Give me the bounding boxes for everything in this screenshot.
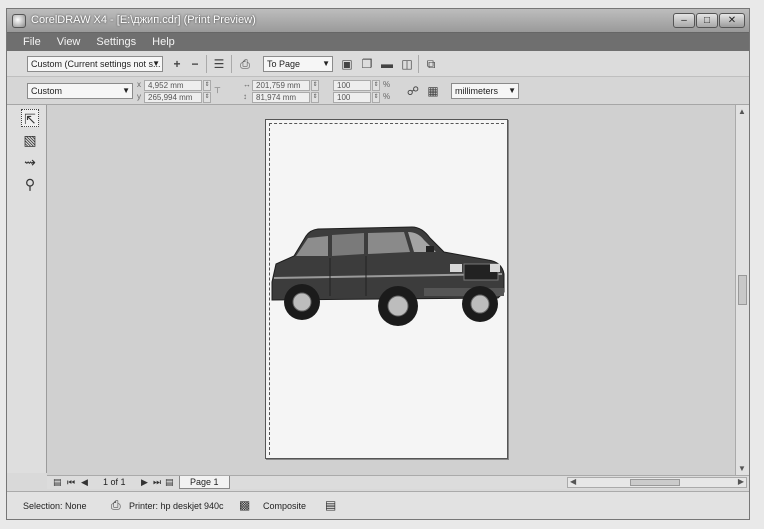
previous-page-icon[interactable]: ◀ [81,476,88,489]
mirror-icon[interactable]: ◫ [399,56,415,72]
scroll-left-icon[interactable]: ◀ [570,477,576,486]
remove-icon[interactable]: − [187,56,203,72]
printer-icon: ⎙ [111,498,121,512]
last-page-icon[interactable]: ⏭ [153,476,161,489]
minimize-button[interactable]: – [673,13,695,28]
vertical-scrollbar[interactable]: ▲ ▼ [735,105,749,475]
invert-icon[interactable]: ▬ [379,56,395,72]
fit-to-page-icon[interactable]: ▦ [425,83,441,99]
menu-settings[interactable]: Settings [88,36,144,48]
print-preview-icon[interactable]: ▤ [325,498,336,512]
separator [418,55,419,73]
status-bar: Selection: None ⎙ Printer: hp deskjet 94… [7,491,749,519]
width-icon: ↔ [243,80,251,89]
menu-view[interactable]: View [49,36,89,48]
menu-bar: File View Settings Help [7,33,749,51]
imposition-layout-tool-icon[interactable]: ▧ [21,131,39,149]
title-bar: CorelDRAW X4 - [E:\джип.cdr] (Print Prev… [7,9,749,33]
scale-x-spinner[interactable]: ⇕ [372,80,380,91]
first-page-icon[interactable]: ⏮ [67,476,75,489]
fit-option-value: To Page [267,59,301,69]
print-page [265,119,508,459]
marks-placement-tool-icon[interactable]: ⇝ [21,153,39,171]
position-y-spinner[interactable]: ⇕ [203,92,211,103]
printer-status[interactable]: Printer: hp deskjet 940c [129,501,224,511]
position-y-field[interactable]: 265,994 mm [144,92,202,103]
pick-tool-icon[interactable]: ⇱ [21,109,39,127]
position-y-icon: y [137,92,141,101]
separator [206,55,207,73]
preview-canvas[interactable] [47,105,735,475]
width-field[interactable]: 201,759 mm [252,80,310,91]
print-style-dropdown[interactable]: Custom (Current settings not s... ▼ [27,56,163,72]
separations-icon[interactable]: ❐ [359,56,375,72]
print-style-toolbar: Custom (Current settings not s... ▼ + − … [7,51,749,77]
horizontal-scrollbar[interactable]: ◀ ▶ [567,477,747,488]
coreldraw-app-icon[interactable] [12,14,26,28]
page-navigation-bar: ▤ ⏮ ◀ 1 of 1 ▶ ⏭ ▤ Page 1 ◀ ▶ [47,475,749,489]
lock-ratio-icon[interactable]: ☍ [405,83,421,99]
height-spinner[interactable]: ⇕ [311,92,319,103]
color-mode-icon: ▩ [239,498,251,512]
full-screen-icon[interactable]: ▣ [339,56,355,72]
chevron-down-icon: ▼ [508,86,516,95]
height-field[interactable]: 81,974 mm [252,92,310,103]
suv-image[interactable] [266,216,506,336]
fit-option-dropdown[interactable]: To Page ▼ [263,56,333,72]
scale-y-field[interactable]: 100 [333,92,371,103]
vertical-scroll-thumb[interactable] [738,275,747,305]
page-options-icon[interactable]: ▤ [53,476,62,489]
scale-y-spinner[interactable]: ⇕ [372,92,380,103]
position-x-spinner[interactable]: ⇕ [203,80,211,91]
close-preview-icon[interactable]: ⧉ [423,56,439,72]
menu-help[interactable]: Help [144,36,183,48]
preset-value: Custom [31,86,63,96]
units-value: millimeters [455,86,499,96]
window-title: CorelDRAW X4 - [E:\джип.cdr] (Print Prev… [31,14,256,26]
scroll-up-icon[interactable]: ▲ [738,107,746,116]
page-tab[interactable]: Page 1 [179,476,230,489]
next-page-icon[interactable]: ▶ [141,476,148,489]
add-icon[interactable]: + [169,56,185,72]
preset-dropdown[interactable]: Custom ▼ [27,83,133,99]
chevron-down-icon: ▼ [152,59,160,68]
maximize-button[interactable]: □ [696,13,718,28]
print-style-value: Custom (Current settings not s... [31,59,161,69]
property-toolbar: Custom ▼ x 4,952 mm y 265,994 mm ⇕ ⇕ ⊤ ↔… [7,77,749,105]
width-spinner[interactable]: ⇕ [311,80,319,91]
scroll-down-icon[interactable]: ▼ [738,464,746,473]
position-x-icon: x [137,80,141,89]
toolbox: ⇱ ▧ ⇝ ⚲ [7,105,47,473]
horizontal-scroll-thumb[interactable] [630,479,680,486]
chevron-down-icon: ▼ [122,86,130,95]
separator [231,55,232,73]
print-options-icon[interactable]: ☰ [211,56,227,72]
composite-status[interactable]: Composite [263,501,306,511]
selection-status: Selection: None [23,501,87,511]
scroll-right-icon[interactable]: ▶ [738,477,744,486]
add-page-icon[interactable]: ▤ [165,476,174,489]
zoom-tool-icon[interactable]: ⚲ [21,175,39,193]
page-counter: 1 of 1 [103,477,126,487]
percent-icon: % [383,92,391,101]
position-x-field[interactable]: 4,952 mm [144,80,202,91]
percent-icon: % [383,80,391,89]
print-preview-window: CorelDRAW X4 - [E:\джип.cdr] (Print Prev… [6,8,750,520]
scale-x-field[interactable]: 100 [333,80,371,91]
close-button[interactable]: ✕ [719,13,745,28]
anchor-icon[interactable]: ⊤ [214,86,221,95]
print-icon[interactable]: ⎙ [237,56,253,72]
menu-file[interactable]: File [15,36,49,48]
units-dropdown[interactable]: millimeters ▼ [451,83,519,99]
height-icon: ↕ [243,92,247,101]
chevron-down-icon: ▼ [322,59,330,68]
